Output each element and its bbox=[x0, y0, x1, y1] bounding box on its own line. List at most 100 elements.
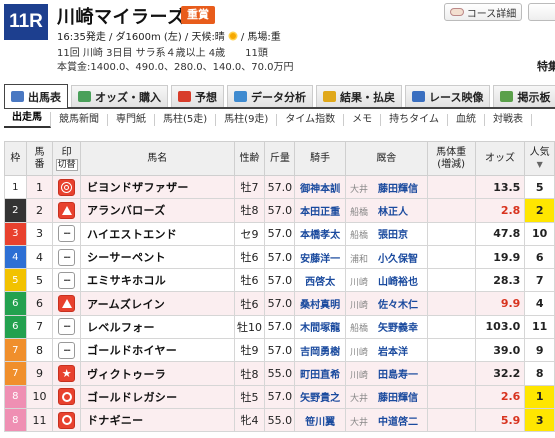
odds-cell[interactable]: 103.0 bbox=[474, 314, 526, 340]
tab-entries[interactable]: 出馬表 bbox=[4, 84, 68, 108]
mark-cell[interactable]: -- bbox=[52, 244, 81, 270]
jockey-link[interactable]: 矢野貴之 bbox=[294, 384, 346, 409]
tab-odds[interactable]: オッズ・購入 bbox=[71, 85, 168, 107]
mark-selector[interactable]: ★ bbox=[58, 365, 76, 383]
horse-name-link[interactable]: エミサキホコル bbox=[79, 268, 235, 293]
jockey-link[interactable]: 本田正重 bbox=[294, 198, 346, 223]
jockey-link[interactable]: 吉岡勇樹 bbox=[294, 338, 346, 363]
horse-name-link[interactable]: シーサーペント bbox=[79, 244, 235, 270]
mark-cell[interactable]: -- bbox=[52, 268, 81, 293]
tab-coins[interactable]: 結果・払戻 bbox=[316, 85, 402, 107]
horse-name-link[interactable]: レベルフォー bbox=[79, 314, 235, 340]
odds-cell[interactable]: 47.8 bbox=[474, 221, 526, 246]
odds-icon bbox=[78, 91, 91, 102]
subnav-item[interactable]: 出走馬 bbox=[4, 112, 51, 128]
column-popularity[interactable]: 人気 ▼ bbox=[524, 141, 555, 176]
odds-cell[interactable]: 2.8 bbox=[474, 198, 526, 223]
mark-cell[interactable] bbox=[52, 198, 81, 223]
weight-cell: 57.0 bbox=[264, 244, 296, 270]
body-weight-cell bbox=[426, 291, 476, 316]
mark-cell[interactable] bbox=[52, 384, 81, 409]
subnav-item[interactable]: 馬柱(5走) bbox=[155, 114, 217, 126]
column-horse: 馬名 bbox=[79, 141, 235, 176]
trainer-link[interactable]: 藤田輝信 bbox=[378, 393, 418, 404]
subnav-item[interactable]: 競馬新聞 bbox=[51, 114, 108, 126]
odds-cell[interactable]: 39.0 bbox=[474, 338, 526, 363]
subnav-item[interactable]: タイム指数 bbox=[277, 114, 345, 126]
subnav-item[interactable]: 専門紙 bbox=[108, 114, 155, 126]
jockey-link[interactable]: 木間塚龍 bbox=[294, 314, 346, 340]
horse-name-link[interactable]: アームズレイン bbox=[79, 291, 235, 316]
mark-cell[interactable]: ★ bbox=[52, 361, 81, 386]
column-jockey: 騎手 bbox=[294, 141, 346, 176]
sort-arrow-icon[interactable]: ▼ bbox=[537, 160, 543, 169]
more-button[interactable] bbox=[528, 3, 555, 21]
mark-cell[interactable]: -- bbox=[52, 338, 81, 363]
trainer-link[interactable]: 山崎裕也 bbox=[378, 277, 418, 288]
mark-selector[interactable]: -- bbox=[58, 271, 76, 289]
odds-cell[interactable]: 5.9 bbox=[474, 407, 526, 433]
tab-board[interactable]: 掲示板 bbox=[493, 85, 555, 107]
odds-cell[interactable]: 32.2 bbox=[474, 361, 526, 386]
umaban-cell: 3 bbox=[25, 221, 54, 246]
special-feature-link[interactable]: 特集 bbox=[537, 58, 555, 74]
horse-name-link[interactable]: ヴィクトゥーラ bbox=[79, 361, 235, 386]
trainer-link[interactable]: 林正人 bbox=[378, 207, 408, 218]
tab-target[interactable]: 予想 bbox=[171, 85, 224, 107]
mark-selector[interactable] bbox=[58, 295, 76, 313]
jockey-link[interactable]: 町田直希 bbox=[294, 361, 346, 386]
mark-cell[interactable] bbox=[52, 174, 81, 200]
subnav-item[interactable]: 対戦表 bbox=[485, 114, 532, 126]
trainer-link[interactable]: 矢野義幸 bbox=[378, 323, 418, 334]
mark-selector[interactable]: -- bbox=[58, 341, 76, 359]
mark-cell[interactable]: -- bbox=[52, 314, 81, 340]
trainer-link[interactable]: 小久保智 bbox=[378, 254, 418, 265]
horse-name-link[interactable]: アランバローズ bbox=[79, 198, 235, 223]
odds-cell[interactable]: 13.5 bbox=[474, 174, 526, 200]
horse-name-link[interactable]: ゴールドレガシー bbox=[79, 384, 235, 409]
column-mark[interactable]: 印切替 bbox=[52, 141, 81, 176]
mark-cell[interactable] bbox=[52, 407, 81, 433]
horse-name-link[interactable]: ビヨンドザファザー bbox=[79, 174, 235, 200]
odds-cell[interactable]: 28.3 bbox=[474, 268, 526, 293]
trainer-link[interactable]: 張田京 bbox=[378, 230, 408, 241]
jockey-link[interactable]: 西啓太 bbox=[294, 268, 346, 293]
mark-toggle-button[interactable]: 切替 bbox=[55, 158, 78, 171]
mark-selector[interactable] bbox=[58, 201, 76, 219]
tab-video[interactable]: レース映像 bbox=[405, 85, 491, 107]
jockey-link[interactable]: 安藤洋一 bbox=[294, 244, 346, 270]
mark-selector[interactable] bbox=[58, 411, 76, 429]
trainer-link[interactable]: 佐々木仁 bbox=[378, 300, 418, 311]
horse-name-link[interactable]: ハイエストエンド bbox=[79, 221, 235, 246]
trainer-link[interactable]: 岩本洋 bbox=[378, 347, 408, 358]
subnav-item[interactable]: 持ちタイム bbox=[381, 114, 448, 126]
mark-selector[interactable]: -- bbox=[58, 225, 76, 243]
subnav-item[interactable]: メモ bbox=[344, 114, 382, 126]
mark-selector[interactable]: -- bbox=[58, 248, 76, 266]
trainer-affiliation: 川崎 bbox=[349, 371, 368, 382]
trainer-link[interactable]: 藤田輝信 bbox=[378, 184, 418, 195]
odds-cell[interactable]: 2.6 bbox=[474, 384, 526, 409]
trainer-link[interactable]: 田島寿一 bbox=[378, 370, 418, 381]
tab-label: 予想 bbox=[195, 90, 217, 104]
mark-cell[interactable]: -- bbox=[52, 221, 81, 246]
odds-cell[interactable]: 9.9 bbox=[474, 291, 526, 316]
subnav-item[interactable]: 馬柱(9走) bbox=[216, 114, 278, 126]
jockey-link[interactable]: 本橋孝太 bbox=[294, 221, 346, 246]
mark-selector[interactable] bbox=[58, 388, 76, 406]
course-detail-button[interactable]: コース詳細 bbox=[444, 3, 522, 21]
mark-cell[interactable] bbox=[52, 291, 81, 316]
jockey-link[interactable]: 笹川翼 bbox=[294, 407, 346, 433]
jockey-link[interactable]: 御神本訓 bbox=[294, 174, 346, 200]
tab-chart[interactable]: データ分析 bbox=[227, 85, 313, 107]
subnav-item[interactable]: 血統 bbox=[448, 114, 485, 126]
body-weight-cell bbox=[426, 174, 476, 200]
race-title: 川崎マイラーズ bbox=[57, 7, 186, 28]
mark-selector[interactable] bbox=[58, 178, 76, 196]
horse-name-link[interactable]: ドナギニー bbox=[79, 407, 235, 433]
mark-selector[interactable]: -- bbox=[58, 318, 76, 336]
horse-name-link[interactable]: ゴールドホイヤー bbox=[79, 338, 235, 363]
jockey-link[interactable]: 桑村真明 bbox=[294, 291, 346, 316]
odds-cell[interactable]: 19.9 bbox=[474, 244, 526, 270]
trainer-link[interactable]: 中道啓二 bbox=[378, 417, 418, 428]
